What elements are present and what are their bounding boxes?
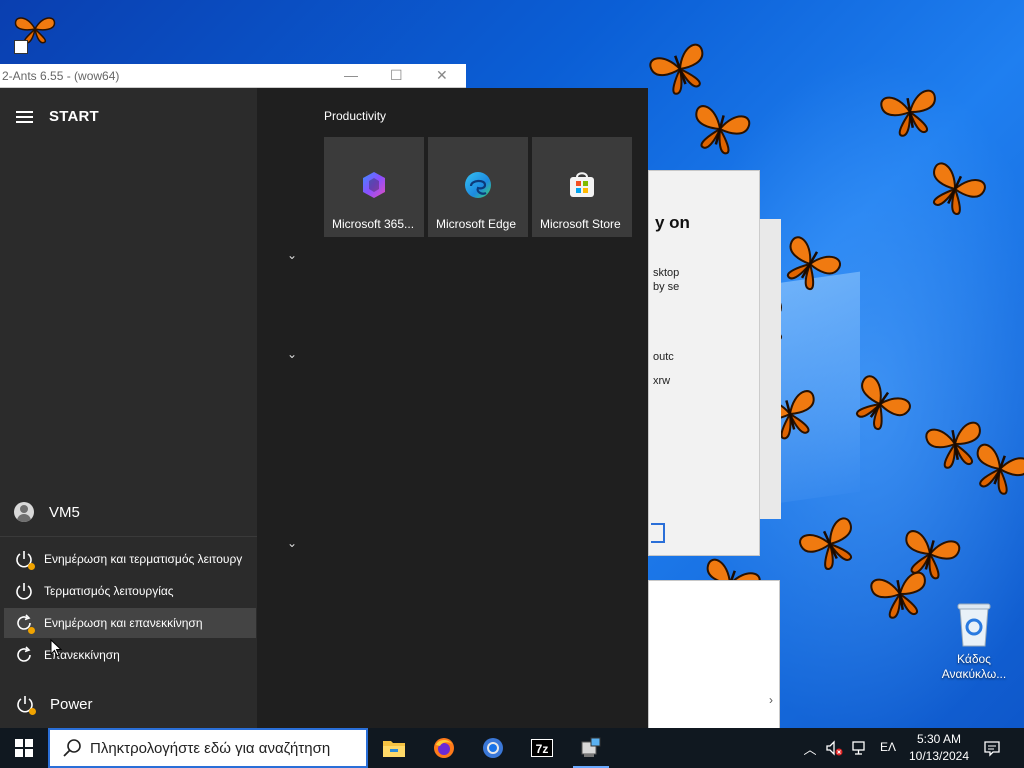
tile-microsoft-365[interactable]: Microsoft 365... [324, 137, 424, 237]
tile-label: Microsoft 365... [332, 217, 415, 231]
start-menu-tiles-pane: ⌄ ⌄ ⌄ Productivity Microsoft 365... Micr… [257, 88, 648, 728]
menu-item-label: Τερματισμός λειτουργίας [44, 584, 174, 598]
taskbar-firefox[interactable] [420, 728, 468, 768]
menu-item-label: Ενημέρωση και επανεκκίνηση [44, 616, 203, 630]
hamburger-menu-icon[interactable] [16, 110, 33, 123]
network-app-icon [581, 737, 601, 757]
background-dialog-lower[interactable]: › [648, 580, 780, 730]
restart-update-icon [14, 613, 35, 634]
maximize-button[interactable]: ☐ [390, 67, 403, 84]
menu-item-shutdown[interactable]: Τερματισμός λειτουργίας [4, 576, 256, 606]
edge-icon [465, 172, 491, 198]
recycle-bin[interactable]: Κάδος Ανακύκλω... [934, 600, 1014, 682]
chrome-icon [483, 738, 503, 758]
dialog-side-panel [759, 219, 781, 519]
menu-item-update-and-restart[interactable]: Ενημέρωση και επανεκκίνηση [4, 608, 256, 638]
power-icon [14, 581, 34, 601]
action-center-icon[interactable] [982, 738, 1002, 758]
clock-time: 5:30 AM [916, 732, 962, 746]
butterfly-icon [866, 565, 933, 623]
start-header[interactable]: START [16, 108, 99, 125]
firefox-icon [434, 738, 454, 758]
show-hidden-icons-chevron-icon[interactable]: ︿ [800, 738, 820, 758]
windows-logo-icon [15, 739, 33, 757]
shortcut-arrow-icon [14, 40, 28, 54]
tile-microsoft-edge[interactable]: Microsoft Edge [428, 137, 528, 237]
tile-microsoft-store[interactable]: Microsoft Store [532, 137, 632, 237]
background-app-window[interactable]: 2-Ants 6.55 - (wow64) — ☐ ✕ [0, 64, 466, 88]
chevron-down-icon[interactable]: ⌄ [287, 248, 297, 262]
store-icon [570, 172, 594, 197]
menu-item-label: Ενημέρωση και τερματισμός λειτουργ [44, 552, 243, 566]
power-options-menu: Ενημέρωση και τερματισμός λειτουργ Τερμα… [0, 536, 257, 676]
recycle-bin-label: Κάδος Ανακύκλω... [941, 652, 1007, 681]
start-button[interactable] [0, 728, 48, 768]
dialog-input-field[interactable] [651, 523, 665, 543]
close-button[interactable]: ✕ [436, 67, 448, 84]
taskbar-7zip[interactable]: 7z [518, 728, 566, 768]
tile-group-label: Productivity [324, 109, 387, 123]
start-menu[interactable]: START VM5 Ενημέρωση και τερματισμός λειτ… [0, 88, 648, 728]
power-label: Power [50, 695, 93, 713]
minimize-button[interactable]: — [344, 67, 358, 83]
butterfly-icon [876, 83, 943, 141]
user-name: VM5 [49, 503, 80, 521]
desktop-shortcut-icon[interactable] [10, 14, 66, 62]
power-button[interactable]: Power [0, 688, 257, 720]
network-icon[interactable] [850, 738, 870, 758]
power-update-icon [14, 549, 35, 570]
dialog-text-line: outc [653, 351, 674, 363]
menu-item-restart[interactable]: Επανεκκίνηση [4, 640, 256, 670]
dialog-heading: y on [655, 213, 690, 232]
tile-label: Microsoft Store [540, 217, 621, 231]
taskbar-file-explorer[interactable] [370, 728, 418, 768]
mouse-cursor-icon [50, 639, 62, 657]
tile-label: Microsoft Edge [436, 217, 517, 231]
dialog-text-line: xrw [653, 375, 671, 387]
7zip-icon: 7z [531, 739, 553, 757]
clock-date: 10/13/2024 [908, 749, 970, 763]
taskbar: Πληκτρολογήστε εδώ για αναζήτηση 7z ︿ ΕΛ… [0, 728, 1024, 768]
dialog-text-line: by se [653, 281, 680, 293]
power-update-icon [15, 694, 36, 715]
volume-muted-icon[interactable] [824, 738, 844, 758]
search-icon [63, 739, 81, 757]
user-account-button[interactable]: VM5 [0, 496, 257, 528]
file-explorer-icon [383, 741, 405, 757]
taskbar-network-app[interactable] [567, 728, 615, 768]
menu-item-update-and-shutdown[interactable]: Ενημέρωση και τερματισμός λειτουργ [4, 544, 256, 574]
avatar [14, 502, 34, 522]
window-title: 2-Ants 6.55 - (wow64) [2, 69, 120, 83]
svg-text:7z: 7z [536, 742, 549, 756]
input-language-indicator[interactable]: ΕΛ [880, 740, 896, 754]
background-dialog[interactable]: y on sktop by se outc xrw [648, 170, 781, 556]
restart-icon [14, 645, 34, 665]
recycle-bin-icon [954, 600, 994, 648]
scroll-right-icon[interactable]: › [769, 693, 773, 707]
m365-icon [363, 172, 385, 198]
chevron-down-icon[interactable]: ⌄ [287, 347, 297, 361]
chevron-down-icon[interactable]: ⌄ [287, 536, 297, 550]
taskbar-chrome[interactable] [469, 728, 517, 768]
dialog-text-line: sktop [653, 267, 680, 279]
search-placeholder: Πληκτρολογήστε εδώ για αναζήτηση [90, 739, 331, 757]
search-input[interactable]: Πληκτρολογήστε εδώ για αναζήτηση [48, 728, 368, 768]
system-clock[interactable]: 5:30 AM 10/13/2024 [906, 731, 972, 765]
start-menu-left-pane: START VM5 Ενημέρωση και τερματισμός λειτ… [0, 88, 257, 728]
start-title: START [49, 108, 99, 125]
